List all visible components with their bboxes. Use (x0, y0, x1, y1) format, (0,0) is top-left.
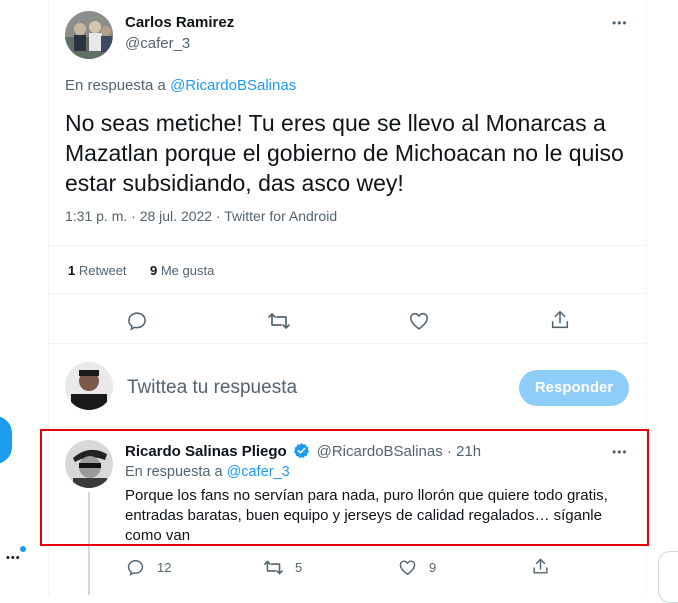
reply-count: 12 (157, 560, 172, 575)
reply-action[interactable]: 12 (126, 558, 171, 577)
retweet-action[interactable]: 5 (263, 558, 302, 577)
divider (49, 245, 646, 246)
share-icon[interactable] (549, 309, 571, 331)
sidebar-more-icon[interactable]: ••• (6, 553, 21, 564)
main-tweet-more-icon[interactable]: ••• (612, 17, 628, 29)
retweet-count: 5 (295, 560, 303, 575)
highlight-annotation-box (40, 429, 649, 546)
main-tweet-reply-to: En respuesta a @RicardoBSalinas (65, 77, 296, 94)
like-count: 9 (429, 560, 437, 575)
main-tweet-text: No seas metiche! Tu eres que se llevo al… (65, 110, 624, 196)
retweet-icon[interactable] (267, 310, 291, 332)
divider (49, 427, 646, 428)
notification-dot (20, 546, 26, 552)
tweet-compose-fab[interactable] (0, 416, 12, 464)
respond-button[interactable]: Responder (519, 370, 629, 406)
right-rail-card-edge (658, 551, 678, 603)
reply-compose-input[interactable]: Twittea tu respuesta (127, 377, 297, 399)
retweet-stat[interactable]: 1 Retweet (68, 263, 127, 278)
reply-icon[interactable] (126, 310, 148, 332)
reply-prefix: En respuesta a (65, 77, 171, 94)
share-icon[interactable] (531, 557, 550, 576)
like-action[interactable]: 9 (398, 558, 436, 577)
like-stat[interactable]: 9 Me gusta (150, 263, 214, 278)
retweet-icon (264, 560, 283, 575)
reply-to-link[interactable]: @RicardoBSalinas (170, 77, 296, 94)
divider (49, 293, 646, 294)
main-tweet-timestamp[interactable]: 1:31 p. m. · 28 jul. 2022 · Twitter for … (65, 208, 337, 224)
like-icon[interactable] (408, 310, 430, 332)
main-tweet-author-handle[interactable]: @cafer_3 (125, 35, 190, 52)
like-icon (399, 560, 416, 576)
reply-icon (127, 560, 144, 576)
main-tweet-author-name[interactable]: Carlos Ramirez (125, 14, 234, 31)
main-tweet-avatar[interactable] (65, 11, 113, 59)
like-label: Me gusta (157, 263, 215, 278)
divider (49, 343, 646, 344)
current-user-avatar[interactable] (65, 362, 113, 410)
retweet-label: Retweet (75, 263, 127, 278)
